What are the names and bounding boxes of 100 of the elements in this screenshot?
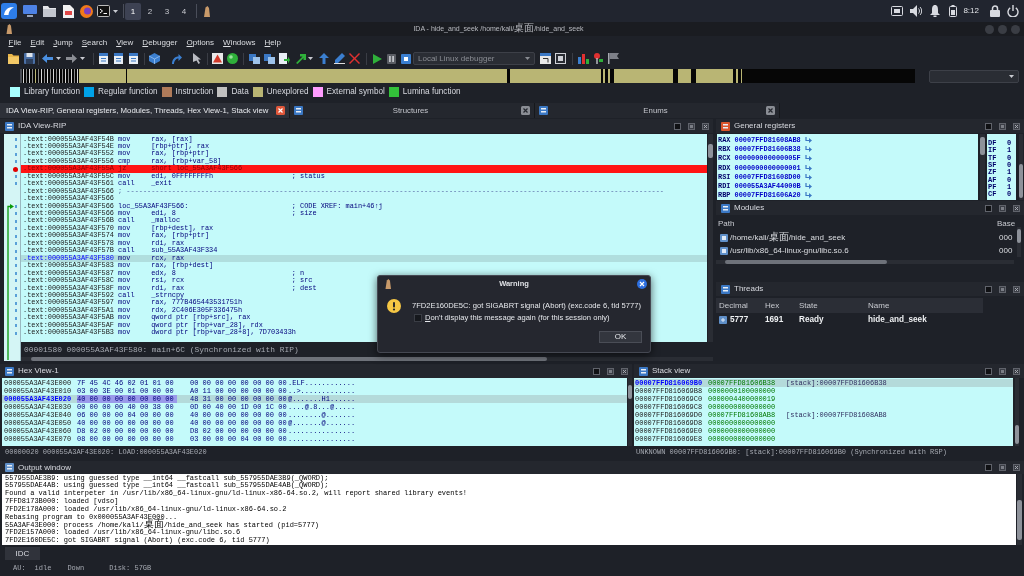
close-icon[interactable]	[1013, 285, 1020, 293]
document-icon[interactable]	[113, 53, 124, 64]
restore-icon[interactable]	[688, 122, 695, 130]
folder-icon[interactable]	[43, 5, 56, 17]
document-icon[interactable]	[63, 4, 74, 18]
branch-arrow-icon[interactable]	[295, 53, 306, 64]
save-icon[interactable]	[24, 53, 35, 64]
flag-icon[interactable]	[608, 53, 619, 64]
menu-item[interactable]: Options	[182, 37, 219, 49]
app-icon	[6, 24, 12, 34]
workspace-button[interactable]: 4	[176, 2, 192, 20]
workspace-button[interactable]: 2	[142, 2, 158, 20]
menu-item[interactable]: Help	[260, 37, 286, 49]
vertical-scrollbar[interactable]	[1017, 227, 1021, 257]
document-icon[interactable]	[128, 53, 139, 64]
power-icon[interactable]	[1007, 5, 1019, 17]
restore-icon[interactable]	[607, 367, 614, 375]
lock-icon[interactable]	[990, 5, 1000, 17]
cross-icon[interactable]	[349, 53, 360, 64]
close-icon[interactable]	[1013, 464, 1020, 471]
cube-icon[interactable]	[149, 53, 160, 64]
breakpoint-icon[interactable]	[13, 166, 18, 172]
vertical-scrollbar[interactable]	[980, 134, 985, 200]
debugger-select[interactable]: Local Linux debugger	[413, 52, 535, 65]
cursor-icon[interactable]	[193, 53, 202, 64]
triangle-icon[interactable]	[212, 53, 223, 64]
menu-item[interactable]: Edit	[25, 37, 49, 49]
float-icon[interactable]	[985, 204, 992, 212]
menu-item[interactable]: Debugger	[137, 37, 182, 49]
document-icon[interactable]	[98, 53, 109, 64]
restore-icon[interactable]	[999, 464, 1006, 471]
checkbox[interactable]	[414, 314, 422, 322]
menu-item[interactable]: View	[111, 37, 138, 49]
folder-icon[interactable]	[8, 53, 19, 64]
menu-item[interactable]: Search	[77, 37, 112, 49]
float-icon[interactable]	[985, 367, 992, 375]
caret-icon[interactable]	[525, 57, 530, 60]
menu-item[interactable]: File	[4, 37, 26, 49]
caret-icon[interactable]	[308, 57, 313, 60]
stop-icon[interactable]	[401, 53, 411, 64]
speaker-icon[interactable]	[910, 5, 923, 17]
caret-icon[interactable]	[1009, 74, 1014, 78]
window-pair-icon[interactable]	[264, 53, 275, 64]
caret-icon[interactable]	[80, 57, 85, 60]
close-icon[interactable]	[702, 122, 709, 130]
restore-icon[interactable]	[999, 367, 1006, 375]
close-icon[interactable]	[521, 106, 530, 115]
restore-icon[interactable]	[999, 122, 1006, 130]
vertical-scrollbar[interactable]	[1019, 134, 1023, 200]
horizontal-scrollbar[interactable]	[716, 260, 1014, 264]
framed-window-icon[interactable]	[555, 53, 566, 64]
menu-item[interactable]: Windows	[218, 37, 261, 49]
browser-icon[interactable]	[80, 4, 93, 18]
close-icon[interactable]	[1013, 204, 1020, 212]
workspace-button[interactable]: 1	[125, 2, 141, 20]
back-arrow-icon[interactable]	[42, 54, 53, 63]
screen-icon[interactable]	[891, 6, 904, 16]
chart-icon[interactable]	[578, 53, 589, 64]
window-icon[interactable]	[540, 53, 551, 64]
app-menu-icon[interactable]	[1, 3, 17, 19]
ok-button[interactable]: OK	[599, 331, 642, 343]
vertical-scrollbar[interactable]	[628, 378, 632, 446]
caret-icon[interactable]	[113, 9, 118, 13]
horizontal-scrollbar[interactable]	[21, 357, 713, 361]
battery-icon[interactable]	[949, 5, 958, 17]
close-icon[interactable]	[1013, 367, 1020, 375]
restore-icon[interactable]	[999, 204, 1006, 212]
circle-icon[interactable]	[227, 53, 238, 64]
play-icon[interactable]	[373, 53, 382, 64]
caret-icon[interactable]	[56, 57, 61, 60]
curved-arrow-icon[interactable]	[171, 53, 182, 64]
close-icon[interactable]	[766, 106, 775, 115]
float-icon[interactable]	[985, 285, 992, 293]
close-icon[interactable]	[1013, 122, 1020, 130]
restore-icon[interactable]	[999, 285, 1006, 293]
float-icon[interactable]	[674, 122, 681, 130]
vertical-scrollbar[interactable]	[1015, 378, 1019, 446]
float-icon[interactable]	[593, 367, 600, 375]
window-pair-icon[interactable]	[249, 53, 260, 64]
pencil-icon[interactable]	[334, 53, 345, 64]
vertical-scrollbar[interactable]	[708, 134, 713, 342]
vertical-scrollbar[interactable]	[1017, 474, 1022, 545]
float-icon[interactable]	[985, 122, 992, 130]
navigation-band-drawing[interactable]	[20, 69, 915, 83]
forward-arrow-icon[interactable]	[66, 54, 77, 63]
close-button[interactable]	[637, 279, 647, 289]
line-marker-icon	[14, 219, 17, 223]
menu-item[interactable]: Jump	[48, 37, 78, 49]
float-icon[interactable]	[985, 464, 992, 471]
up-arrow-icon[interactable]	[319, 53, 329, 64]
workspace-button[interactable]: 3	[159, 2, 175, 20]
close-icon[interactable]	[621, 367, 628, 375]
desktop-icon[interactable]	[23, 5, 37, 17]
pause-icon[interactable]	[387, 53, 396, 64]
terminal-icon[interactable]	[97, 5, 110, 17]
panel-title: Output window	[18, 462, 71, 473]
idc-button[interactable]: IDC	[5, 546, 40, 560]
bell-icon[interactable]	[930, 5, 941, 17]
pin-icon[interactable]	[593, 53, 603, 64]
app-icon[interactable]	[203, 5, 210, 17]
